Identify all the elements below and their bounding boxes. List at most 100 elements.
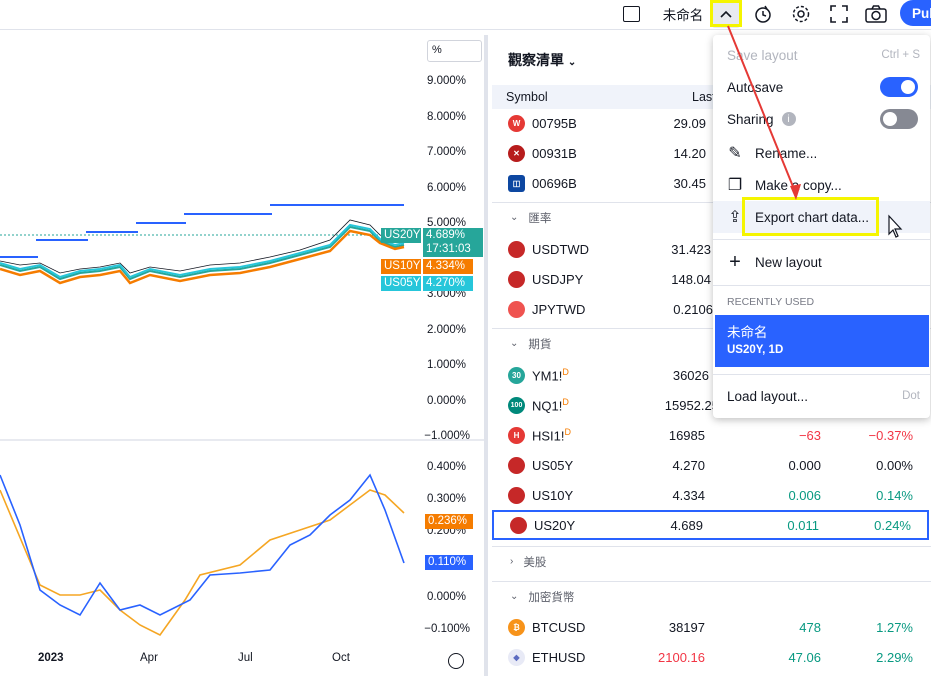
change-value: 0.000 [788, 457, 821, 473]
change-value: 478 [799, 619, 821, 635]
indicator-axis-label: 0.000% [426, 591, 466, 603]
recently-used-label: RECENTLY USED [727, 296, 815, 308]
section-header-crypto[interactable]: ⌄ 加密貨幣 [492, 581, 931, 611]
indicator-blue-tag: 0.110% [425, 555, 473, 570]
pencil-icon: ✎ [728, 145, 742, 162]
time-axis-label: Apr [140, 652, 158, 664]
indicator-blue-line [0, 473, 405, 617]
change-percent: 2.29% [876, 649, 913, 665]
last-price: 29.09 [673, 115, 706, 131]
list-item[interactable]: ₿ BTCUSD 38197 478 1.27% [492, 612, 931, 642]
layout-menu: Save layout Ctrl + S Autosave Sharing i ✎… [713, 35, 930, 418]
price-axis-label: 1.000% [426, 359, 466, 371]
chart-canvas [0, 204, 488, 637]
symbol-logo-icon: 30 [508, 366, 525, 384]
chevron-right-icon: › [510, 556, 514, 567]
symbol-name: JPYTWD [532, 301, 586, 317]
layout-square-icon[interactable] [620, 0, 642, 28]
indicator-axis-label: 0.300% [426, 493, 466, 505]
price-axis-label: 0.000% [426, 395, 466, 407]
list-item[interactable]: H HSI1!D 16985 −63 −0.37% [492, 420, 931, 450]
autosave-item[interactable]: Autosave [713, 71, 930, 103]
recent-layout-sub: US20Y, 1D [727, 344, 784, 356]
chevron-down-icon: ⌄ [510, 591, 519, 602]
us05y-value-tag: 4.270% [423, 276, 473, 291]
list-item-selected[interactable]: US20Y 4.689 0.011 0.24% [492, 510, 929, 540]
recent-layout-item[interactable]: 未命名 US20Y, 1D [715, 315, 929, 367]
fullscreen-icon[interactable] [826, 0, 852, 28]
symbol-logo-icon: ◫ [508, 174, 525, 192]
watchlist-title[interactable]: 觀察清單 ⌄ [508, 50, 576, 70]
copy-icon: ❐ [727, 177, 743, 194]
indicator-orange-tag: 0.236% [425, 514, 473, 529]
time-axis-label: 2023 [38, 652, 64, 664]
us20y-tag: US20Y [381, 228, 421, 243]
symbol-name: BTCUSD [532, 619, 586, 635]
last-price: 16985 [668, 427, 705, 443]
alert-clock-icon[interactable] [750, 0, 776, 28]
new-layout-item[interactable]: + New layout [713, 246, 930, 278]
symbol-name: US10Y [532, 487, 574, 503]
rename-item[interactable]: ✎ Rename... [713, 137, 930, 169]
price-axis-label: 2.000% [426, 324, 466, 336]
chevron-down-icon: ⌄ [510, 338, 519, 349]
time-axis-label: Jul [238, 652, 253, 664]
us10y-tag: US10Y [381, 259, 421, 274]
last-price: 4.270 [672, 457, 705, 473]
symbol-name: USDJPY [532, 271, 584, 287]
indicator-orange-line [0, 489, 405, 637]
settings-gear-icon[interactable] [788, 0, 814, 28]
last-price: 2100.16 [658, 649, 705, 665]
load-layout-item[interactable]: Load layout... Dot [713, 380, 930, 412]
symbol-name: NQ1!D [532, 396, 569, 414]
sharing-item[interactable]: Sharing i [713, 103, 930, 135]
change-value: 47.06 [788, 649, 821, 665]
list-item[interactable]: US10Y 4.334 0.006 0.14% [492, 480, 931, 510]
change-percent: 0.14% [876, 487, 913, 503]
axis-settings-gear-icon[interactable] [448, 653, 464, 669]
highlight-box [710, 0, 742, 27]
price-axis-label: −1.000% [424, 430, 470, 442]
change-percent: −0.37% [868, 427, 913, 443]
flag-us-icon [508, 270, 525, 288]
layout-name-button[interactable]: 未命名 [658, 0, 708, 28]
list-item[interactable]: US05Y 4.270 0.000 0.00% [492, 450, 931, 480]
section-header-us[interactable]: › 美股 [492, 546, 931, 576]
us10y-value-tag: 4.334% [423, 259, 473, 274]
symbol-logo-icon: 100 [508, 396, 525, 414]
sharing-toggle[interactable] [880, 109, 918, 129]
price-axis-label: 9.000% [426, 75, 466, 87]
indicator-axis-label: −0.100% [424, 623, 470, 635]
us20y-value-tag: 4.689% [423, 228, 483, 243]
symbol-name: 00696B [532, 175, 577, 191]
bitcoin-icon: ₿ [508, 618, 525, 636]
chart-pane[interactable]: % 9.000% 8.000% 7.000% 6.000% 5.000% 3.0… [0, 35, 488, 676]
price-axis-label: 8.000% [426, 111, 466, 123]
symbol-name: HSI1!D [532, 426, 572, 444]
col-symbol-header[interactable]: Symbol [506, 90, 548, 104]
last-price: 36026 [672, 367, 709, 383]
symbol-name: 00795B [532, 115, 577, 131]
symbol-name: US05Y [532, 457, 574, 473]
highlight-box [742, 197, 879, 236]
list-item[interactable]: ◆ ETHUSD 2100.16 47.06 2.29% [492, 642, 931, 672]
autosave-toggle[interactable] [880, 77, 918, 97]
shortcut-label: Ctrl + S [881, 49, 920, 61]
recent-layout-name: 未命名 [727, 325, 768, 340]
last-price: 30.45 [673, 175, 706, 191]
last-price: 148.04 [671, 271, 711, 287]
plus-icon: + [729, 250, 741, 273]
change-value: 0.011 [787, 517, 819, 533]
time-axis-label: Oct [332, 652, 350, 664]
flag-us-icon [510, 516, 527, 534]
us20y-time-tag: 17:31:03 [423, 242, 483, 257]
last-price: 14.20 [673, 145, 706, 161]
publish-button[interactable]: Pul [900, 0, 931, 26]
symbol-logo-icon: H [508, 426, 525, 444]
price-axis-label: 6.000% [426, 182, 466, 194]
symbol-logo-icon: W [508, 114, 525, 132]
camera-icon[interactable] [862, 0, 890, 28]
change-percent: 0.00% [876, 457, 913, 473]
symbol-name: ETHUSD [532, 649, 586, 665]
symbol-name: USDTWD [532, 241, 590, 257]
